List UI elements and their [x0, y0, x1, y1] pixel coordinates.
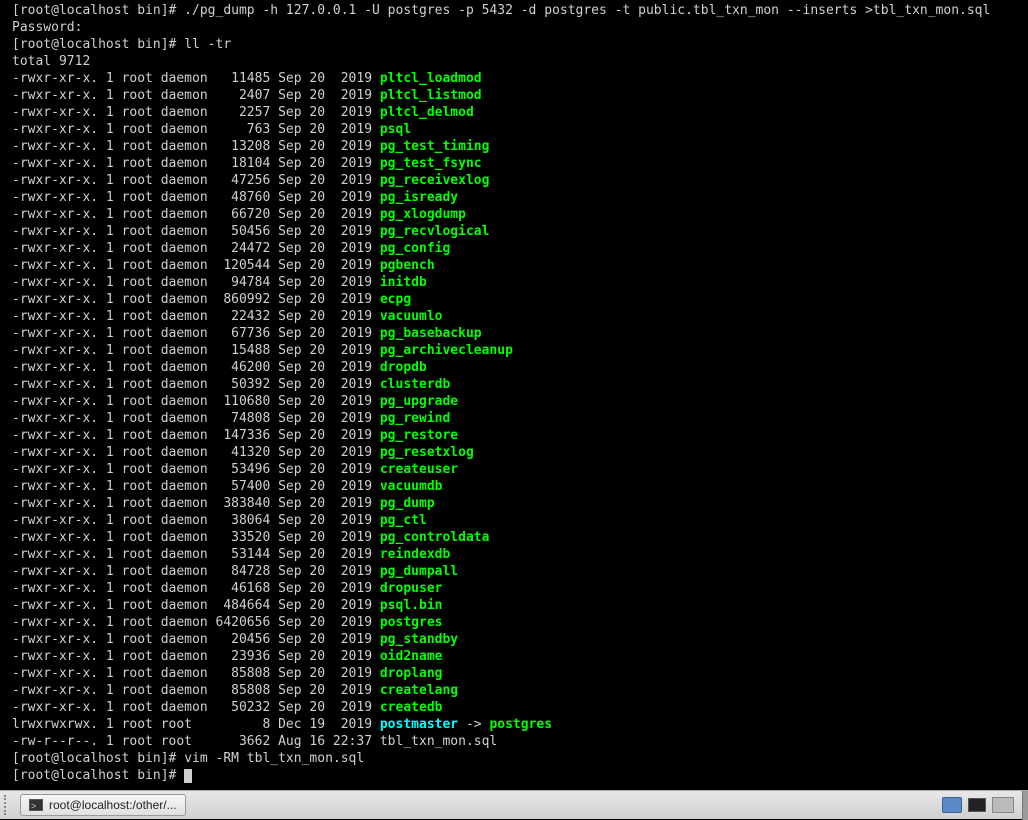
- file-row: -rwxr-xr-x. 1 root daemon 6420656 Sep 20…: [12, 614, 1028, 631]
- taskbar-app-label: root@localhost:/other/...: [49, 797, 177, 814]
- prompt-line: [root@localhost bin]# vim -RM tbl_txn_mo…: [12, 750, 1028, 767]
- file-row: -rwxr-xr-x. 1 root daemon 57400 Sep 20 2…: [12, 478, 1028, 495]
- tray-display-icon[interactable]: [942, 797, 962, 813]
- file-name: pg_dumpall: [380, 564, 458, 579]
- file-row: lrwxrwxrwx. 1 root root 8 Dec 19 2019 po…: [12, 716, 1028, 733]
- file-row: -rwxr-xr-x. 1 root daemon 66720 Sep 20 2…: [12, 206, 1028, 223]
- file-row: -rwxr-xr-x. 1 root daemon 18104 Sep 20 2…: [12, 155, 1028, 172]
- file-name: vacuumdb: [380, 479, 443, 494]
- file-name: oid2name: [380, 649, 443, 664]
- file-name: pltcl_loadmod: [380, 71, 482, 86]
- file-row: -rwxr-xr-x. 1 root daemon 13208 Sep 20 2…: [12, 138, 1028, 155]
- file-row: -rwxr-xr-x. 1 root daemon 763 Sep 20 201…: [12, 121, 1028, 138]
- file-name: createdb: [380, 700, 443, 715]
- file-row: -rwxr-xr-x. 1 root daemon 120544 Sep 20 …: [12, 257, 1028, 274]
- file-row: -rwxr-xr-x. 1 root daemon 23936 Sep 20 2…: [12, 648, 1028, 665]
- taskbar-grip-icon: [4, 795, 14, 815]
- file-row: -rwxr-xr-x. 1 root daemon 47256 Sep 20 2…: [12, 172, 1028, 189]
- file-name: pg_isready: [380, 190, 458, 205]
- file-row: -rwxr-xr-x. 1 root daemon 84728 Sep 20 2…: [12, 563, 1028, 580]
- file-name: psql.bin: [380, 598, 443, 613]
- file-name: psql: [380, 122, 411, 137]
- taskbar-app-button[interactable]: root@localhost:/other/...: [20, 794, 186, 816]
- password-line: Password:: [12, 19, 1028, 36]
- file-row: -rwxr-xr-x. 1 root daemon 22432 Sep 20 2…: [12, 308, 1028, 325]
- file-row: -rwxr-xr-x. 1 root daemon 484664 Sep 20 …: [12, 597, 1028, 614]
- file-name: dropuser: [380, 581, 443, 596]
- file-name: pg_receivexlog: [380, 173, 490, 188]
- file-name: dropdb: [380, 360, 427, 375]
- file-name: ecpg: [380, 292, 411, 307]
- tray-square-icon[interactable]: [992, 797, 1014, 813]
- prompt-line: [root@localhost bin]# ./pg_dump -h 127.0…: [12, 2, 1028, 19]
- file-row: -rwxr-xr-x. 1 root daemon 24472 Sep 20 2…: [12, 240, 1028, 257]
- file-row: -rwxr-xr-x. 1 root daemon 85808 Sep 20 2…: [12, 682, 1028, 699]
- file-name: pgbench: [380, 258, 435, 273]
- file-name: pg_restore: [380, 428, 458, 443]
- file-row: -rwxr-xr-x. 1 root daemon 53144 Sep 20 2…: [12, 546, 1028, 563]
- file-name: postgres: [380, 615, 443, 630]
- taskbar-edge: [1022, 791, 1028, 820]
- file-row: -rw-r--r--. 1 root root 3662 Aug 16 22:3…: [12, 733, 1028, 750]
- prompt-line: [root@localhost bin]# ll -tr: [12, 36, 1028, 53]
- file-row: -rwxr-xr-x. 1 root daemon 48760 Sep 20 2…: [12, 189, 1028, 206]
- file-row: -rwxr-xr-x. 1 root daemon 74808 Sep 20 2…: [12, 410, 1028, 427]
- file-row: -rwxr-xr-x. 1 root daemon 53496 Sep 20 2…: [12, 461, 1028, 478]
- file-name: vacuumlo: [380, 309, 443, 324]
- file-name: initdb: [380, 275, 427, 290]
- file-row: -rwxr-xr-x. 1 root daemon 383840 Sep 20 …: [12, 495, 1028, 512]
- file-name: createlang: [380, 683, 458, 698]
- file-row: -rwxr-xr-x. 1 root daemon 860992 Sep 20 …: [12, 291, 1028, 308]
- file-row: -rwxr-xr-x. 1 root daemon 38064 Sep 20 2…: [12, 512, 1028, 529]
- cursor: [184, 769, 192, 783]
- file-row: -rwxr-xr-x. 1 root daemon 33520 Sep 20 2…: [12, 529, 1028, 546]
- taskbar: root@localhost:/other/...: [0, 790, 1028, 819]
- file-row: -rwxr-xr-x. 1 root daemon 94784 Sep 20 2…: [12, 274, 1028, 291]
- file-name: pg_archivecleanup: [380, 343, 513, 358]
- file-name: pg_ctl: [380, 513, 427, 528]
- file-name: tbl_txn_mon.sql: [380, 734, 497, 749]
- terminal-icon: [29, 799, 43, 811]
- file-name: pg_standby: [380, 632, 458, 647]
- file-row: -rwxr-xr-x. 1 root daemon 15488 Sep 20 2…: [12, 342, 1028, 359]
- file-name: createuser: [380, 462, 458, 477]
- file-row: -rwxr-xr-x. 1 root daemon 46200 Sep 20 2…: [12, 359, 1028, 376]
- file-name: pltcl_listmod: [380, 88, 482, 103]
- total-line: total 9712: [12, 53, 1028, 70]
- terminal-output[interactable]: [root@localhost bin]# ./pg_dump -h 127.0…: [0, 0, 1028, 790]
- file-name: pg_config: [380, 241, 450, 256]
- file-name: clusterdb: [380, 377, 450, 392]
- file-name: pg_test_timing: [380, 139, 490, 154]
- file-row: -rwxr-xr-x. 1 root daemon 50392 Sep 20 2…: [12, 376, 1028, 393]
- file-row: -rwxr-xr-x. 1 root daemon 41320 Sep 20 2…: [12, 444, 1028, 461]
- system-tray: [942, 797, 1022, 813]
- file-row: -rwxr-xr-x. 1 root daemon 110680 Sep 20 …: [12, 393, 1028, 410]
- file-name: pg_test_fsync: [380, 156, 482, 171]
- file-row: -rwxr-xr-x. 1 root daemon 67736 Sep 20 2…: [12, 325, 1028, 342]
- file-row: -rwxr-xr-x. 1 root daemon 2257 Sep 20 20…: [12, 104, 1028, 121]
- file-name: pg_dump: [380, 496, 435, 511]
- file-name: droplang: [380, 666, 443, 681]
- file-name: pg_controldata: [380, 530, 490, 545]
- file-name: pg_rewind: [380, 411, 450, 426]
- symlink-name: postmaster: [380, 717, 458, 732]
- file-row: -rwxr-xr-x. 1 root daemon 147336 Sep 20 …: [12, 427, 1028, 444]
- file-name: pltcl_delmod: [380, 105, 474, 120]
- file-row: -rwxr-xr-x. 1 root daemon 50456 Sep 20 2…: [12, 223, 1028, 240]
- file-row: -rwxr-xr-x. 1 root daemon 20456 Sep 20 2…: [12, 631, 1028, 648]
- file-name: pg_recvlogical: [380, 224, 490, 239]
- file-name: pg_upgrade: [380, 394, 458, 409]
- prompt-line: [root@localhost bin]#: [12, 767, 1028, 784]
- file-name: reindexdb: [380, 547, 450, 562]
- file-row: -rwxr-xr-x. 1 root daemon 11485 Sep 20 2…: [12, 70, 1028, 87]
- file-row: -rwxr-xr-x. 1 root daemon 2407 Sep 20 20…: [12, 87, 1028, 104]
- file-name: pg_xlogdump: [380, 207, 466, 222]
- file-row: -rwxr-xr-x. 1 root daemon 46168 Sep 20 2…: [12, 580, 1028, 597]
- file-name: pg_resetxlog: [380, 445, 474, 460]
- file-row: -rwxr-xr-x. 1 root daemon 50232 Sep 20 2…: [12, 699, 1028, 716]
- tray-terminal-icon[interactable]: [968, 798, 986, 812]
- file-name: pg_basebackup: [380, 326, 482, 341]
- symlink-target: postgres: [489, 717, 552, 732]
- file-row: -rwxr-xr-x. 1 root daemon 85808 Sep 20 2…: [12, 665, 1028, 682]
